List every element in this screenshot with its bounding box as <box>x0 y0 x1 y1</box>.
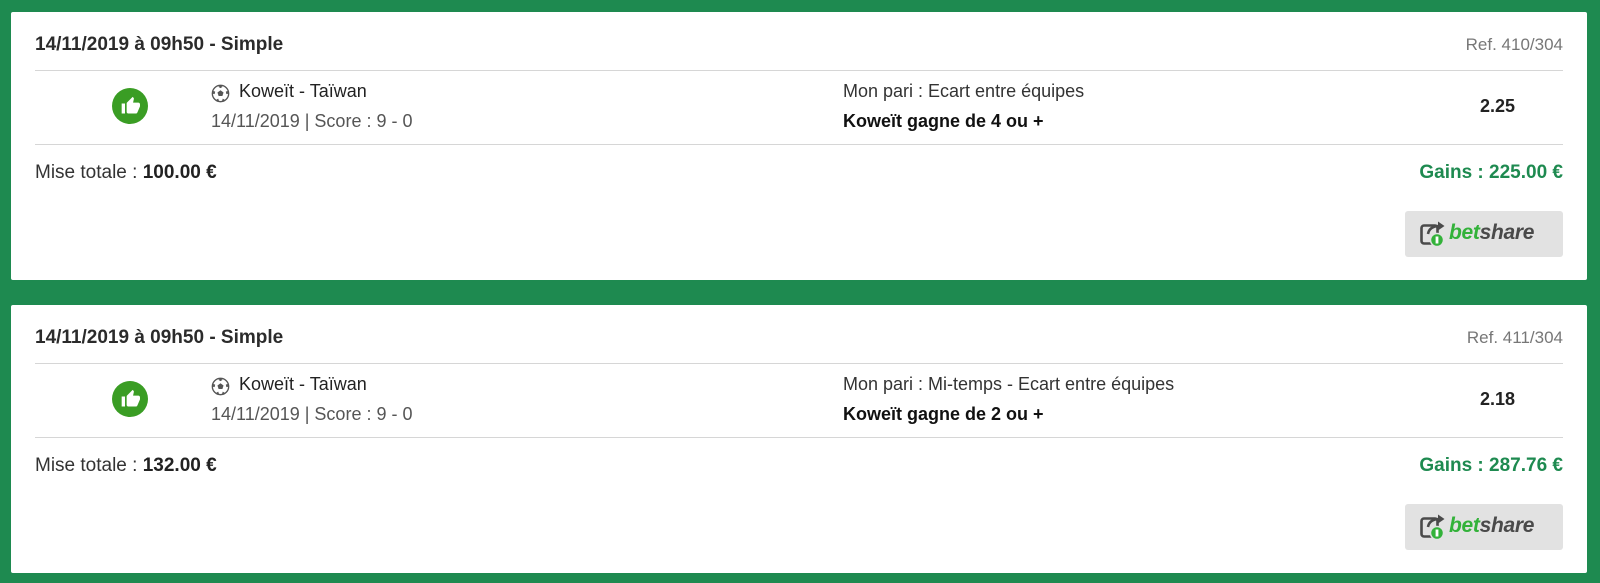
bet-date-title: 14/11/2019 à 09h50 - Simple <box>35 327 284 348</box>
bet-date-title: 14/11/2019 à 09h50 - Simple <box>35 34 284 55</box>
betshare-label: betshare <box>1449 221 1535 244</box>
total-stake: Mise totale : 132.00 € <box>35 455 217 477</box>
bet-type: Mon pari : Mi-temps - Ecart entre équipe… <box>843 374 1175 394</box>
bet-selection: Mon pari : Ecart entre équipes Koweït ga… <box>843 81 1084 132</box>
divider <box>35 363 1563 364</box>
divider <box>35 437 1563 438</box>
gains-amount: Gains : 225.00 € <box>1419 162 1563 183</box>
bet-card-header: 14/11/2019 à 09h50 - Simple Ref. 411/304 <box>35 327 1563 353</box>
total-stake-amount: 132.00 € <box>142 455 217 476</box>
total-stake-amount: 100.00 € <box>142 162 217 183</box>
bet-card-header: 14/11/2019 à 09h50 - Simple Ref. 410/304 <box>35 34 1563 60</box>
bet-card: 14/11/2019 à 09h50 - Simple Ref. 411/304… <box>11 305 1587 573</box>
bet-pick: Koweït gagne de 4 ou + <box>843 111 1044 131</box>
bet-reference: Ref. 410/304 <box>1465 35 1563 54</box>
bet-odds: 2.18 <box>1479 389 1515 409</box>
bet-reference: Ref. 411/304 <box>1466 328 1563 347</box>
thumbs-up-icon <box>112 381 148 417</box>
soccer-ball-icon <box>211 377 230 396</box>
match-teams[interactable]: Koweït - Taïwan <box>239 81 367 102</box>
divider <box>35 144 1563 145</box>
bet-pick: Koweït gagne de 2 ou + <box>843 404 1044 424</box>
betshare-button[interactable]: betshare <box>1405 504 1563 550</box>
match-date-score: 14/11/2019 | Score : 9 - 0 <box>211 111 413 131</box>
total-stake: Mise totale : 100.00 € <box>35 162 217 184</box>
bet-odds: 2.25 <box>1479 96 1515 116</box>
gains-amount: Gains : 287.76 € <box>1419 455 1563 476</box>
divider <box>35 70 1563 71</box>
betshare-button[interactable]: betshare <box>1405 211 1563 257</box>
total-stake-label: Mise totale : <box>35 455 143 476</box>
betshare-label: betshare <box>1449 514 1535 537</box>
total-stake-label: Mise totale : <box>35 162 143 183</box>
match-teams[interactable]: Koweït - Taïwan <box>239 374 367 395</box>
share-icon <box>1420 221 1445 248</box>
bet-selection: Mon pari : Mi-temps - Ecart entre équipe… <box>843 374 1174 425</box>
match-date-score: 14/11/2019 | Score : 9 - 0 <box>211 404 413 424</box>
share-icon <box>1420 514 1445 541</box>
bet-type: Mon pari : Ecart entre équipes <box>843 81 1085 101</box>
thumbs-up-icon <box>112 88 148 124</box>
soccer-ball-icon <box>211 84 230 103</box>
bet-card: 14/11/2019 à 09h50 - Simple Ref. 410/304… <box>11 12 1587 280</box>
